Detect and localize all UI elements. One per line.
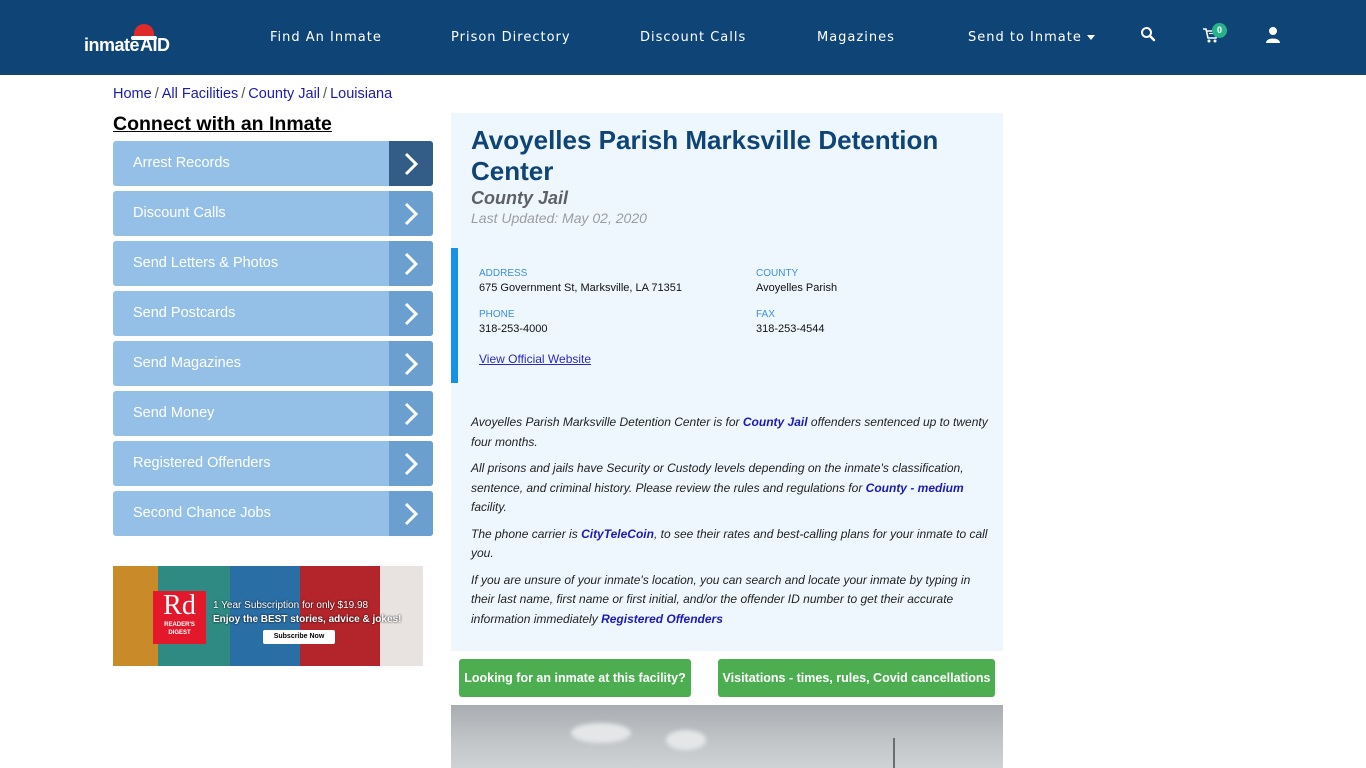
facility-description: Avoyelles Parish Marksville Detention Ce…	[471, 413, 991, 636]
logo-readers: READER'S	[164, 622, 195, 628]
account-button[interactable]	[1265, 26, 1287, 48]
breadcrumb-louisiana[interactable]: Louisiana	[330, 86, 392, 102]
sidebar-item-label: Arrest Records	[133, 155, 230, 171]
last-updated: Last Updated: May 02, 2020	[471, 210, 647, 226]
sidebar-item-registered-offenders[interactable]: Registered Offenders	[113, 441, 433, 486]
address-label: ADDRESS	[479, 268, 528, 279]
sidebar-title: Connect with an Inmate	[113, 113, 332, 135]
facility-type: County Jail	[471, 188, 569, 208]
nav-send-to-inmate[interactable]: Send to Inmate	[968, 30, 1095, 45]
facility-title: Avoyelles Parish Marksville Detention Ce…	[471, 125, 939, 186]
sidebar-item-second-chance-jobs[interactable]: Second Chance Jobs	[113, 491, 433, 536]
chevron-right-icon	[404, 502, 419, 526]
chevron-right-icon	[404, 452, 419, 476]
description-paragraph: Avoyelles Parish Marksville Detention Ce…	[471, 413, 991, 452]
cart-count-badge: 0	[1212, 23, 1227, 38]
logo-rd: Rd	[163, 590, 196, 621]
sidebar-item-label: Send Letters & Photos	[133, 255, 279, 271]
radio-mast	[893, 738, 895, 768]
official-website-link[interactable]: View Official Website	[479, 352, 591, 366]
readers-digest-logo: Rd READER'S DIGEST	[153, 591, 206, 644]
logo-digest: DIGEST	[168, 630, 191, 636]
logo-text-aid: AID	[140, 35, 170, 55]
nav-send-to-inmate-label: Send to Inmate	[968, 30, 1082, 45]
chevron-right-icon	[404, 352, 419, 376]
chevron-right-icon	[404, 252, 419, 276]
phone-label: PHONE	[479, 309, 515, 320]
sidebar-item-label: Send Magazines	[133, 355, 242, 371]
find-inmate-button[interactable]: Looking for an inmate at this facility?	[459, 659, 691, 697]
facility-info-panel: ADDRESS 675 Government St, Marksville, L…	[451, 248, 1003, 383]
text: Avoyelles Parish Marksville Detention Ce…	[471, 415, 743, 429]
readers-digest-ad[interactable]: Rd READER'S DIGEST 1 Year Subscription f…	[113, 566, 423, 666]
description-paragraph: If you are unsure of your inmate's locat…	[471, 571, 991, 630]
search-button[interactable]	[1140, 26, 1162, 48]
chevron-right-icon	[404, 402, 419, 426]
text: facility.	[471, 500, 507, 514]
text: The phone carrier is	[471, 526, 582, 541]
site-logo[interactable]: inmate AID	[84, 22, 184, 56]
sidebar-item-send-money[interactable]: Send Money	[113, 391, 433, 436]
breadcrumb-separator: /	[241, 86, 246, 102]
description-paragraph: The phone carrier is CityTeleCoin, to se…	[471, 525, 991, 564]
sidebar-item-send-letters-photos[interactable]: Send Letters & Photos	[113, 241, 433, 286]
sidebar-item-send-postcards[interactable]: Send Postcards	[113, 291, 433, 336]
description-paragraph: All prisons and jails have Security or C…	[471, 459, 991, 518]
sidebar-item-arrest-records[interactable]: Arrest Records	[113, 141, 433, 186]
breadcrumb-separator: /	[323, 86, 328, 102]
sidebar-item-label: Registered Offenders	[133, 455, 271, 471]
registered-offenders-link[interactable]: Registered Offenders	[601, 612, 723, 626]
caret-down-icon	[1086, 35, 1095, 40]
sidebar-item-send-magazines[interactable]: Send Magazines	[113, 341, 433, 386]
breadcrumb-all-facilities[interactable]: All Facilities	[162, 86, 239, 102]
sidebar-item-label: Second Chance Jobs	[133, 505, 271, 521]
user-icon	[1266, 27, 1280, 43]
sidebar-item-label: Send Postcards	[133, 305, 236, 321]
chevron-right-icon	[404, 202, 419, 226]
county-medium-link[interactable]: County - medium	[866, 481, 964, 495]
chevron-right-icon	[404, 152, 419, 176]
logo-text-inmate: inmate	[84, 35, 140, 55]
nav-find-an-inmate[interactable]: Find An Inmate	[270, 30, 382, 45]
address-value: 675 Government St, Marksville, LA 71351	[479, 282, 682, 294]
sidebar-item-label: Send Money	[133, 405, 215, 421]
fax-label: FAX	[756, 309, 775, 320]
nav-prison-directory[interactable]: Prison Directory	[451, 30, 571, 45]
nav-discount-calls[interactable]: Discount Calls	[640, 30, 746, 45]
phone-value: 318-253-4000	[479, 323, 548, 335]
fax-value: 318-253-4544	[756, 323, 825, 335]
sidebar-item-label: Discount Calls	[133, 205, 226, 221]
cloud	[571, 723, 631, 743]
nav-magazines[interactable]: Magazines	[817, 30, 895, 45]
breadcrumb: Home / All Facilities / County Jail / Louisian…	[113, 86, 392, 102]
breadcrumb-county-jail[interactable]: County Jail	[248, 86, 320, 102]
ad-cover-image	[113, 566, 158, 666]
breadcrumb-home[interactable]: Home	[113, 86, 152, 102]
facility-card: Avoyelles Parish Marksville Detention Ce…	[451, 113, 1003, 651]
ad-tagline: Enjoy the BEST stories, advice & jokes!	[213, 614, 402, 625]
ad-offer-text: 1 Year Subscription for only $19.98	[213, 600, 369, 611]
chevron-right-icon	[404, 302, 419, 326]
county-jail-link[interactable]: County Jail	[743, 415, 808, 429]
sidebar-menu: Arrest Records Discount Calls Send Lette…	[113, 141, 433, 541]
county-value: Avoyelles Parish	[756, 282, 838, 294]
cloud	[666, 730, 706, 750]
facility-photo	[451, 705, 1003, 768]
citytelecoin-link[interactable]: CityTeleCoin	[581, 527, 654, 541]
county-label: COUNTY	[756, 268, 799, 279]
visitation-button[interactable]: Visitations - times, rules, Covid cancel…	[718, 659, 995, 697]
top-navbar: inmate AID Find An Inmate Prison Directo…	[0, 0, 1366, 75]
sidebar-item-discount-calls[interactable]: Discount Calls	[113, 191, 433, 236]
ad-subscribe-button[interactable]: Subscribe Now	[263, 630, 335, 644]
breadcrumb-separator: /	[154, 86, 159, 102]
search-icon	[1141, 27, 1156, 42]
